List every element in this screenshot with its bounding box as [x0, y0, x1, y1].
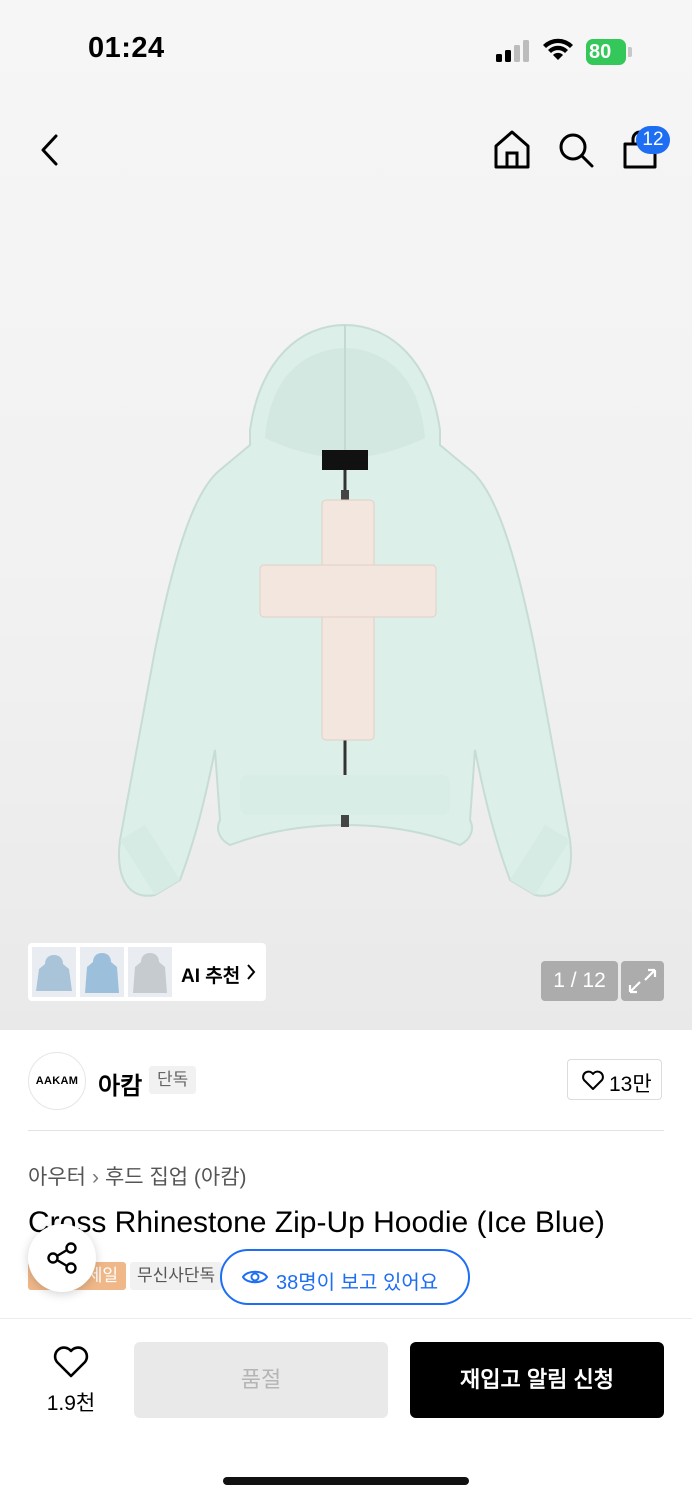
- recommend-thumbnail[interactable]: [32, 947, 76, 997]
- cellular-signal-icon: [496, 40, 529, 62]
- ai-recommend-panel[interactable]: AI 추천: [28, 943, 266, 1001]
- status-bar: 01:24 80: [0, 0, 692, 100]
- wifi-icon: [543, 38, 573, 60]
- viewers-indicator: 38명이 보고 있어요: [220, 1249, 470, 1305]
- restock-alert-button[interactable]: 재입고 알림 신청: [410, 1342, 664, 1418]
- musinsa-exclusive-badge: 무신사단독: [130, 1262, 222, 1290]
- product-image: [118, 323, 572, 897]
- breadcrumb-subcategory[interactable]: 후드 집업 (아캄): [105, 1166, 247, 1189]
- share-icon: [47, 1242, 77, 1274]
- product-title: Cross Rhinestone Zip-Up Hoodie (Ice Blue…: [28, 1206, 605, 1239]
- heart-icon: [582, 1070, 604, 1090]
- exclusive-badge: 단독: [149, 1066, 197, 1094]
- hoodie-thumbnail-image: [133, 953, 167, 993]
- ai-recommend-label: AI 추천: [181, 966, 241, 987]
- heart-icon: [53, 1346, 89, 1378]
- recommend-thumbnail[interactable]: [128, 947, 172, 997]
- brand-logo[interactable]: AAKAM: [28, 1052, 86, 1110]
- hoodie-thumbnail-image: [36, 955, 72, 991]
- battery-indicator: 80: [586, 39, 626, 65]
- battery-cap: [628, 47, 632, 57]
- expand-button[interactable]: [621, 961, 664, 1001]
- brand-like-count: 13만: [609, 1073, 652, 1096]
- divider: [28, 1130, 664, 1131]
- image-pager: 1 / 12: [541, 961, 618, 1001]
- status-time: 01:24: [88, 32, 165, 64]
- soldout-button[interactable]: 품절: [134, 1342, 388, 1418]
- brand-name[interactable]: 아캄: [98, 1066, 142, 1101]
- cart-count-badge: 12: [636, 126, 670, 154]
- wishlist-button[interactable]: 1.9천: [30, 1345, 112, 1417]
- share-button[interactable]: [28, 1224, 96, 1292]
- brand-like-button[interactable]: 13만: [567, 1059, 662, 1100]
- breadcrumb-category[interactable]: 아우터: [28, 1166, 86, 1189]
- eye-icon: [242, 1270, 268, 1284]
- search-icon[interactable]: [556, 130, 596, 170]
- viewers-text: 38명이 보고 있어요: [276, 1272, 439, 1294]
- expand-icon: [628, 968, 657, 994]
- home-indicator: [223, 1477, 469, 1485]
- recommend-thumbnail[interactable]: [80, 947, 124, 997]
- home-icon[interactable]: [492, 128, 532, 170]
- battery-level: 80: [589, 41, 612, 63]
- breadcrumb-separator: ›: [91, 1166, 99, 1189]
- chevron-right-icon: [247, 964, 256, 980]
- wishlist-count: 1.9천: [46, 1392, 96, 1415]
- back-chevron-icon[interactable]: [38, 132, 62, 168]
- hoodie-thumbnail-image: [85, 953, 119, 993]
- breadcrumb: 아우터 › 후드 집업 (아캄): [28, 1161, 247, 1191]
